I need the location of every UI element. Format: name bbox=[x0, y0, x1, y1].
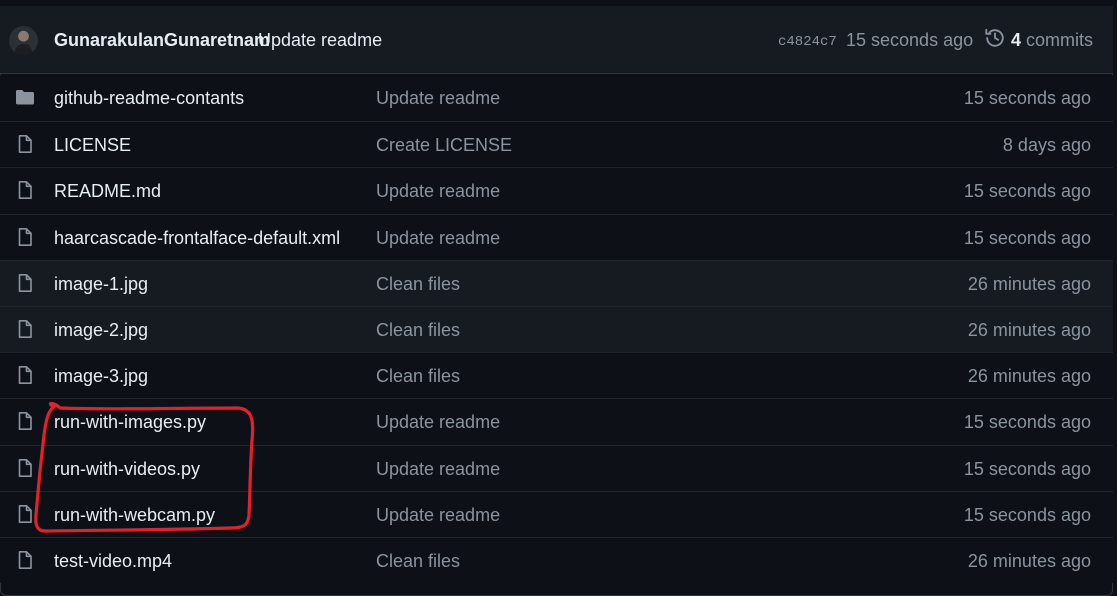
file-list: github-readme-contants Update readme 15 se… bbox=[0, 75, 1113, 584]
commits-count-link[interactable]: 4 commits bbox=[1011, 30, 1093, 51]
file-row[interactable]: image-1.jpg Clean files 26 minutes ago bbox=[0, 259, 1113, 306]
file-commit-time: 15 seconds ago bbox=[963, 88, 1091, 108]
file-commit-message-link[interactable]: Update readme bbox=[376, 88, 500, 109]
file-commit-time: 26 minutes ago bbox=[967, 366, 1091, 387]
file-name-link[interactable]: README.md bbox=[54, 181, 161, 202]
file-icon bbox=[18, 135, 32, 154]
commits-count: 4 bbox=[1011, 30, 1022, 50]
file-row[interactable]: LICENSE Create LICENSE 8 days ago bbox=[0, 121, 1113, 168]
file-row[interactable]: image-3.jpg Clean files 26 minutes ago bbox=[0, 352, 1113, 399]
file-commit-message-link[interactable]: Create LICENSE bbox=[376, 135, 512, 156]
file-commit-message-link[interactable]: Update readme bbox=[376, 459, 500, 480]
file-icon bbox=[18, 319, 32, 338]
commit-sha-link[interactable]: c4824c7 bbox=[778, 34, 837, 50]
folder-icon bbox=[16, 90, 34, 105]
file-commit-message-link[interactable]: Update readme bbox=[376, 228, 500, 249]
file-commit-time: 15 seconds ago bbox=[963, 412, 1091, 433]
file-commit-time: 15 seconds ago bbox=[963, 227, 1091, 248]
file-commit-time: 26 minutes ago bbox=[967, 550, 1091, 571]
file-row[interactable]: README.md Update readme 15 seconds ago bbox=[0, 167, 1113, 214]
file-commit-message-link[interactable]: Clean files bbox=[376, 551, 460, 572]
file-name-link[interactable]: image-1.jpg bbox=[54, 274, 148, 295]
file-commit-time: 15 seconds ago bbox=[963, 458, 1091, 479]
file-icon bbox=[18, 550, 32, 569]
author-avatar[interactable] bbox=[9, 26, 38, 55]
file-row[interactable]: run-with-videos.py Update readme 15 second… bbox=[0, 444, 1113, 491]
file-commit-message-link[interactable]: Clean files bbox=[376, 320, 460, 341]
history-icon[interactable] bbox=[984, 27, 1006, 49]
file-commit-time: 15 seconds ago bbox=[963, 181, 1091, 202]
file-commit-message-link[interactable]: Clean files bbox=[376, 366, 460, 387]
file-commit-message-link[interactable]: Clean files bbox=[376, 274, 460, 295]
file-name-link[interactable]: haarcascade-frontalface-default.xml bbox=[54, 228, 340, 249]
file-row[interactable]: run-with-images.py Update readme 15 second… bbox=[0, 398, 1113, 445]
file-commit-message-link[interactable]: Update readme bbox=[376, 181, 500, 202]
commit-time: 15 seconds ago bbox=[846, 30, 974, 50]
file-icon bbox=[18, 227, 32, 246]
file-icon bbox=[18, 273, 32, 292]
file-icon bbox=[18, 458, 32, 477]
commit-message-link[interactable]: Update readme bbox=[258, 30, 382, 51]
file-name-link[interactable]: test-video.mp4 bbox=[54, 551, 172, 572]
file-icon bbox=[18, 366, 32, 385]
file-icon bbox=[18, 412, 32, 431]
file-row[interactable]: run-with-webcam.py Update readme 15 second… bbox=[0, 490, 1113, 537]
file-name-link[interactable]: LICENSE bbox=[54, 135, 131, 156]
file-name-link[interactable]: image-2.jpg bbox=[54, 320, 148, 341]
latest-commit-bar: GunarakulanGunaretnam Update readme c482… bbox=[0, 6, 1113, 74]
file-commit-time: 26 minutes ago bbox=[967, 319, 1091, 340]
file-icon bbox=[18, 181, 32, 200]
file-commit-message-link[interactable]: Update readme bbox=[376, 505, 500, 526]
commits-label: commits bbox=[1026, 30, 1094, 50]
file-row[interactable]: github-readme-contants Update readme 15 se… bbox=[0, 75, 1113, 122]
file-commit-time: 15 seconds ago bbox=[963, 504, 1091, 525]
file-row[interactable]: haarcascade-frontalface-default.xml Updat… bbox=[0, 213, 1113, 260]
file-row[interactable]: test-video.mp4 Clean files 26 minutes ago bbox=[0, 536, 1113, 584]
commit-author-link[interactable]: GunarakulanGunaretnam bbox=[54, 30, 270, 51]
file-name-link[interactable]: github-readme-contants bbox=[54, 88, 244, 109]
file-icon bbox=[18, 504, 32, 523]
file-name-link[interactable]: run-with-webcam.py bbox=[54, 505, 215, 526]
file-commit-time: 8 days ago bbox=[1002, 135, 1091, 156]
file-name-link[interactable]: run-with-videos.py bbox=[54, 459, 200, 480]
file-row[interactable]: image-2.jpg Clean files 26 minutes ago bbox=[0, 305, 1113, 353]
file-commit-time: 26 minutes ago bbox=[967, 273, 1091, 294]
file-name-link[interactable]: image-3.jpg bbox=[54, 366, 148, 387]
file-commit-message-link[interactable]: Update readme bbox=[376, 412, 500, 433]
file-name-link[interactable]: run-with-images.py bbox=[54, 412, 206, 433]
